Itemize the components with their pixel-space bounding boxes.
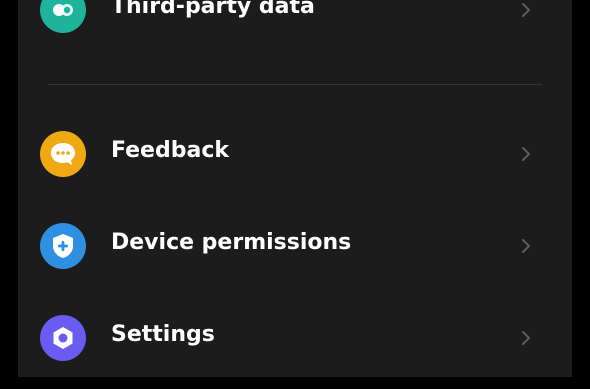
chevron-right-icon (522, 331, 530, 345)
menu-item-device-permissions[interactable]: Device permissions (18, 206, 572, 286)
chevron-right-icon (522, 239, 530, 253)
menu-item-label: Feedback (111, 138, 229, 163)
menu-item-label: Settings (111, 322, 215, 347)
menu-item-label: Third-party data (111, 0, 315, 19)
chat-bubble-icon (40, 131, 86, 177)
chevron-right-icon (522, 3, 530, 17)
section-divider (48, 84, 542, 85)
menu-item-feedback[interactable]: Feedback (18, 114, 572, 194)
hexagon-gear-icon (40, 315, 86, 361)
settings-panel: Third-party data Feedback Device permiss… (18, 0, 572, 377)
menu-item-label: Device permissions (111, 230, 352, 255)
menu-item-third-party-data[interactable]: Third-party data (18, 0, 572, 50)
chevron-right-icon (522, 147, 530, 161)
menu-item-settings[interactable]: Settings (18, 298, 572, 378)
toggle-circles-icon (40, 0, 86, 33)
shield-plus-icon (40, 223, 86, 269)
